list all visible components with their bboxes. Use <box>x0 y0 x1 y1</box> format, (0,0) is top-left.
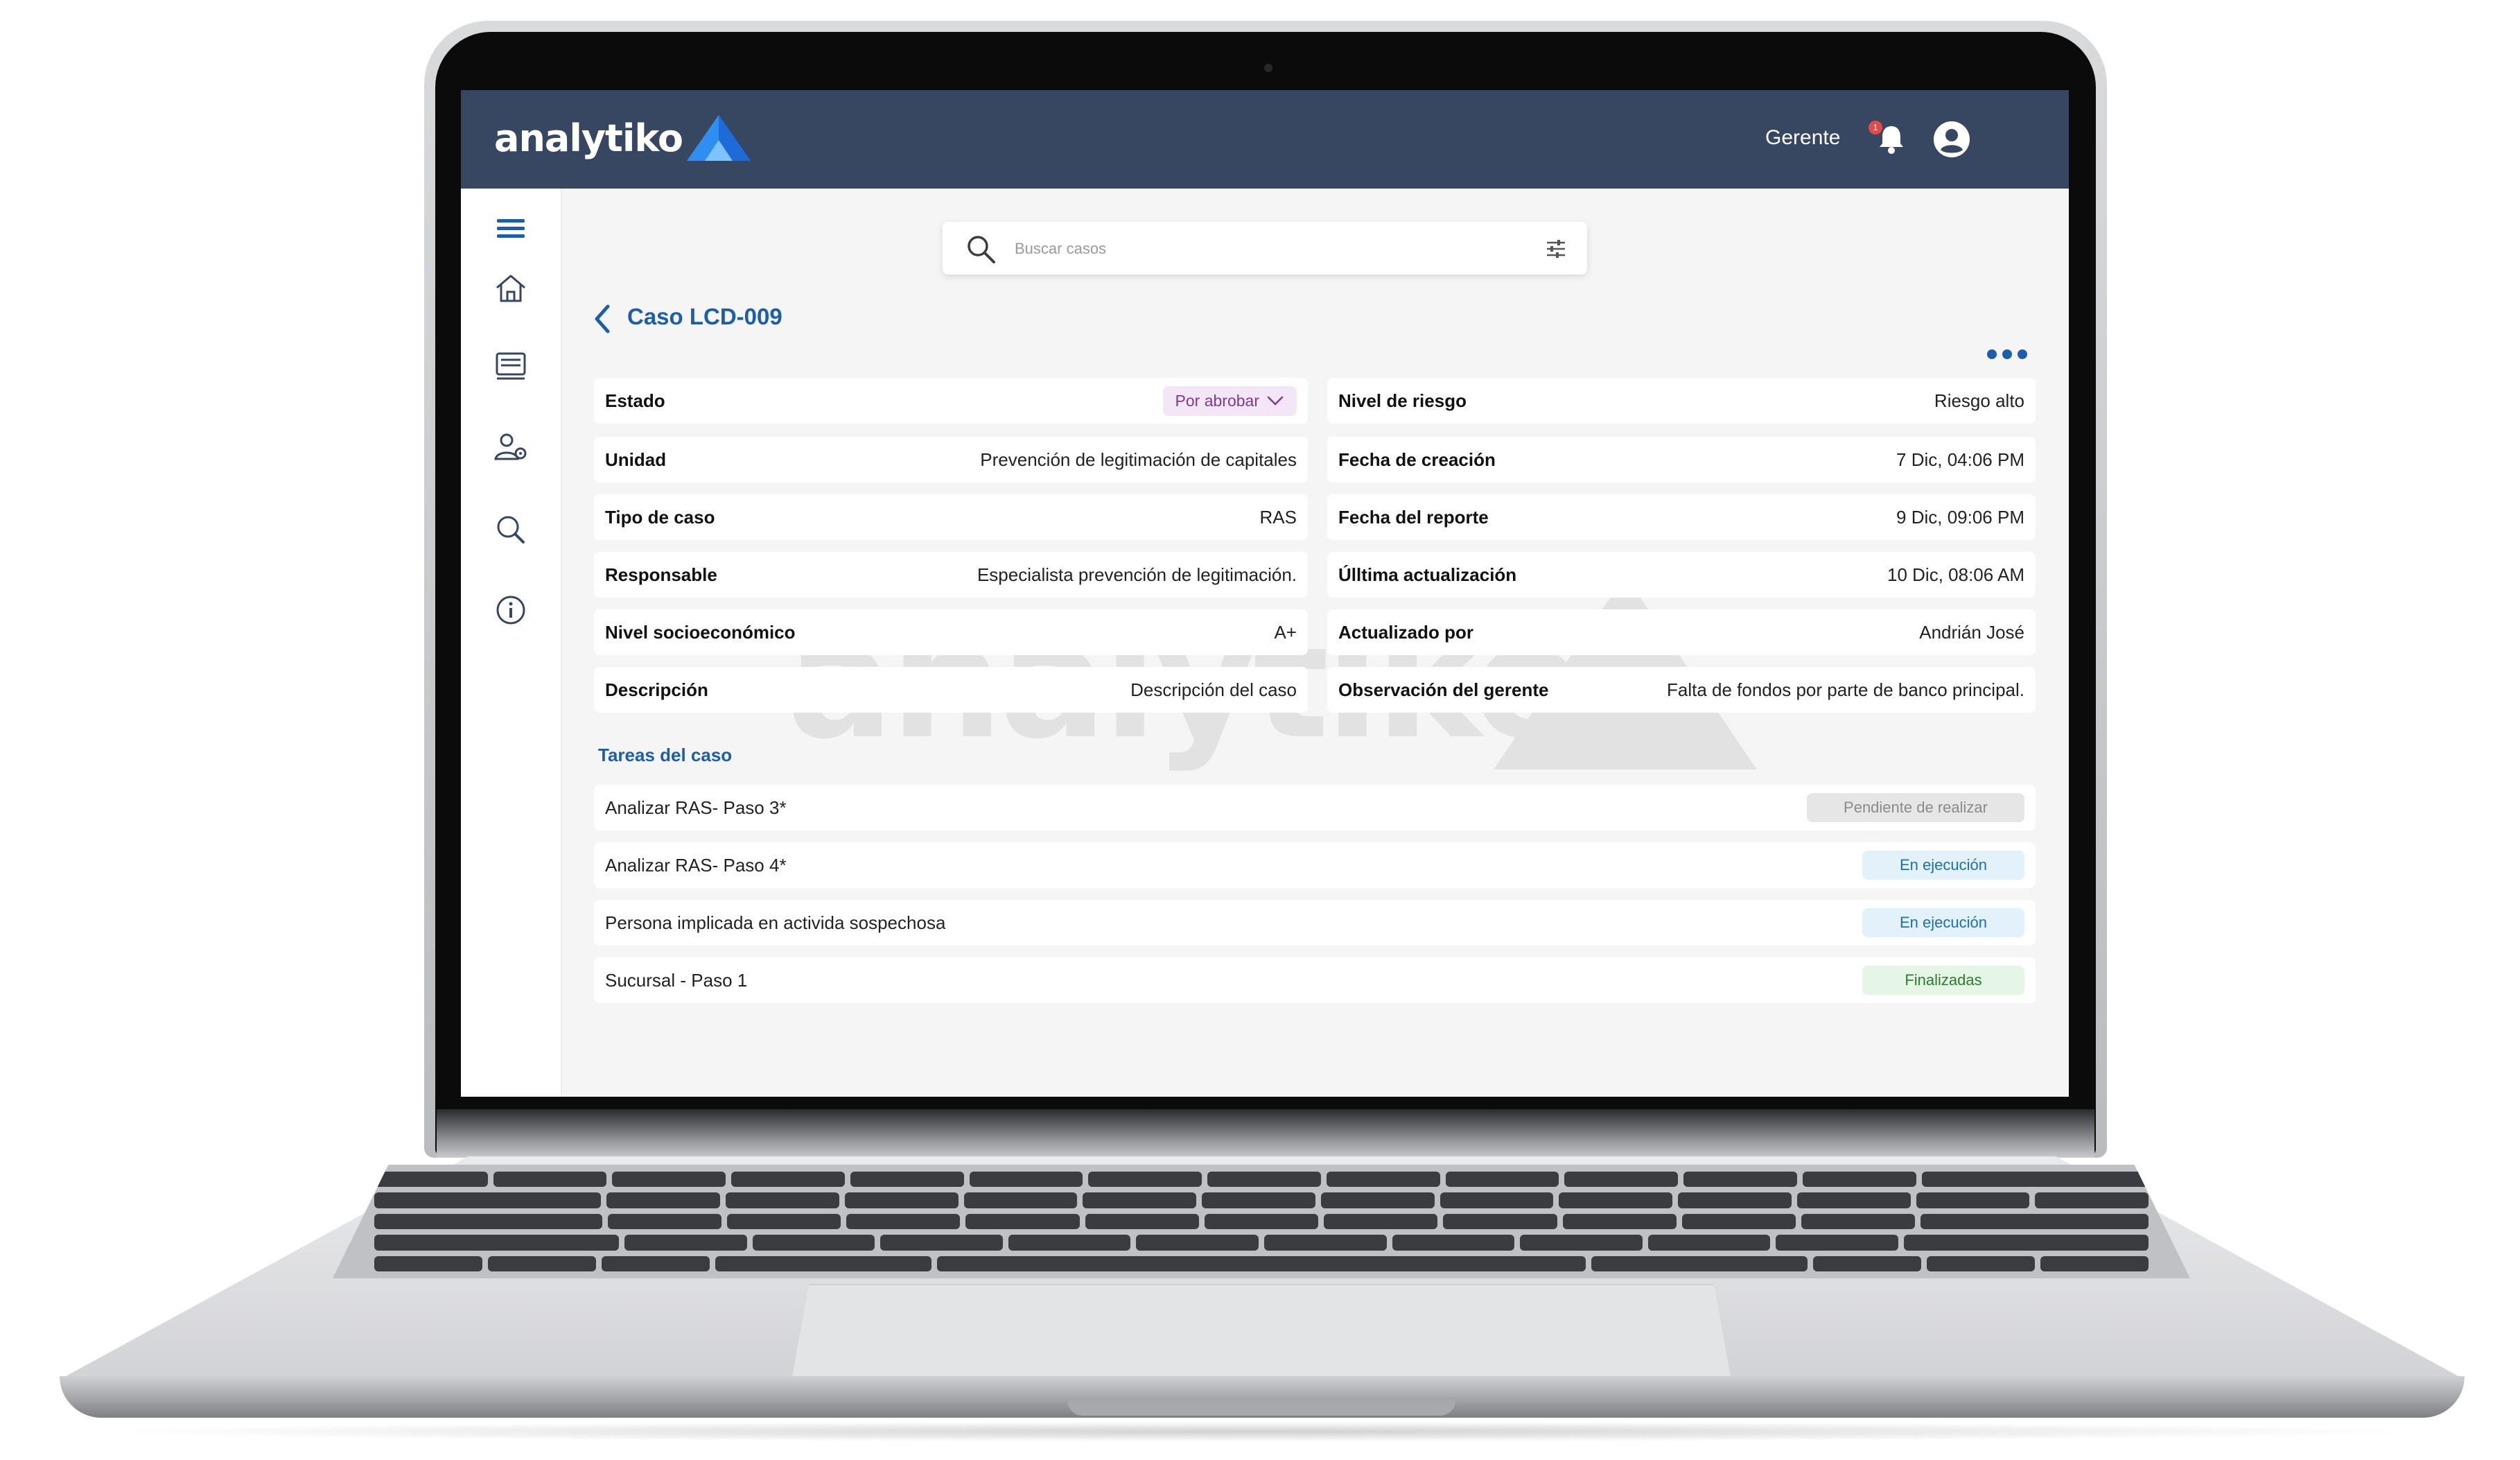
top-bar: analytiko Gerente 1 <box>461 90 2069 189</box>
status-badge: En ejecución <box>1862 851 2024 880</box>
task-name: Analizar RAS- Paso 3* <box>605 797 787 818</box>
task-row[interactable]: Sucursal - Paso 1 Finalizadas <box>594 957 2036 1003</box>
case-title: Caso LCD-009 <box>627 304 782 329</box>
laptop-mockup: analytiko analytiko Gerente 1 <box>0 0 2520 1460</box>
trackpad <box>790 1284 1733 1388</box>
field-value: Andrián José <box>1919 621 2024 643</box>
laptop-notch <box>1067 1400 1455 1416</box>
field-ultima-actualizacion: Úlltima actualización 10 Dic, 08:06 AM <box>1327 552 2036 598</box>
field-value: Prevención de legitimación de capitales <box>980 449 1297 470</box>
field-unidad: Unidad Prevención de legitimación de cap… <box>594 437 1308 483</box>
status-badge: Finalizadas <box>1862 966 2024 995</box>
field-descripcion: Descripción Descripción del caso <box>594 667 1308 713</box>
filter-sliders-icon[interactable] <box>1544 237 1568 261</box>
task-name: Analizar RAS- Paso 4* <box>605 854 787 876</box>
task-row[interactable]: Persona implicada en activida sospechosa… <box>594 900 2036 946</box>
field-fecha-del-reporte: Fecha del reporte 9 Dic, 09:06 PM <box>1327 494 2036 540</box>
users-settings-icon[interactable] <box>491 428 530 467</box>
status-badge: Pendiente de realizar <box>1807 793 2024 822</box>
field-label: Úlltima actualización <box>1338 564 1517 585</box>
home-icon[interactable] <box>491 269 530 308</box>
field-value: A+ <box>1274 621 1297 643</box>
field-value: Riesgo alto <box>1934 390 2024 411</box>
field-value: Especialista prevención de legitimación. <box>977 564 1297 585</box>
field-label: Nivel de riesgo <box>1338 390 1467 411</box>
field-label: Actualizado por <box>1338 621 1474 643</box>
field-label: Unidad <box>605 449 667 470</box>
task-name: Persona implicada en activida sospechosa <box>605 912 946 933</box>
brand-mark-icon <box>686 115 751 161</box>
laptop-shadow <box>83 1421 2440 1442</box>
field-value: Falta de fondos por parte de banco princ… <box>1666 679 2024 700</box>
field-observacion-del-gerente: Observación del gerente Falta de fondos … <box>1327 667 2036 713</box>
app-screen: analytiko analytiko Gerente 1 <box>461 90 2069 1097</box>
field-value: 9 Dic, 09:06 PM <box>1896 506 2024 528</box>
search-input[interactable] <box>1015 237 1500 261</box>
field-label: Descripción <box>605 679 708 700</box>
more-options-icon[interactable] <box>1986 347 2029 362</box>
status-select-value: Por abrobar <box>1175 391 1259 410</box>
field-nivel-de-riesgo: Nivel de riesgo Riesgo alto <box>1327 378 2036 424</box>
field-label: Estado <box>605 390 665 411</box>
field-estado: Estado Por abrobar <box>594 378 1308 424</box>
field-responsable: Responsable Especialista prevención de l… <box>594 552 1308 598</box>
brand-name: analytiko <box>494 116 683 160</box>
back-chevron-icon[interactable] <box>590 302 613 336</box>
field-label: Nivel socioeconómico <box>605 621 796 643</box>
search-nav-icon[interactable] <box>491 510 530 549</box>
camera-icon <box>1264 64 1272 72</box>
user-role-label: Gerente <box>1765 126 1841 149</box>
sidebar <box>461 189 562 1097</box>
task-row[interactable]: Analizar RAS- Paso 4* En ejecución <box>594 842 2036 888</box>
keyboard <box>333 1165 2190 1278</box>
notification-badge: 1 <box>1869 121 1882 134</box>
field-value: Descripción del caso <box>1130 679 1297 700</box>
chevron-down-icon <box>1267 396 1284 406</box>
field-label: Responsable <box>605 564 717 585</box>
field-label: Fecha del reporte <box>1338 506 1489 528</box>
tasks-title: Tareas del caso <box>598 745 733 765</box>
field-tipo-de-caso: Tipo de caso RAS <box>594 494 1308 540</box>
field-value: 7 Dic, 04:06 PM <box>1896 449 2024 470</box>
cases-icon[interactable] <box>491 347 530 385</box>
field-label: Tipo de caso <box>605 506 715 528</box>
menu-icon[interactable] <box>491 209 530 248</box>
field-actualizado-por: Actualizado por Andrián José <box>1327 609 2036 655</box>
status-select[interactable]: Por abrobar <box>1162 385 1297 416</box>
search-icon[interactable] <box>965 233 997 265</box>
field-value: 10 Dic, 08:06 AM <box>1887 564 2024 585</box>
task-name: Sucursal - Paso 1 <box>605 969 748 991</box>
field-label: Observación del gerente <box>1338 679 1549 700</box>
status-badge: En ejecución <box>1862 908 2024 937</box>
search-bar <box>943 222 1587 275</box>
info-icon[interactable] <box>491 591 530 629</box>
field-fecha-de-creacion: Fecha de creación 7 Dic, 04:06 PM <box>1327 437 2036 483</box>
brand-logo[interactable]: analytiko <box>494 115 751 161</box>
user-avatar-icon[interactable] <box>1933 121 1970 158</box>
laptop-hinge <box>437 1109 2094 1158</box>
field-nivel-socioeconomico: Nivel socioeconómico A+ <box>594 609 1308 655</box>
field-value: RAS <box>1259 506 1297 528</box>
field-label: Fecha de creación <box>1338 449 1496 470</box>
task-row[interactable]: Analizar RAS- Paso 3* Pendiente de reali… <box>594 785 2036 831</box>
